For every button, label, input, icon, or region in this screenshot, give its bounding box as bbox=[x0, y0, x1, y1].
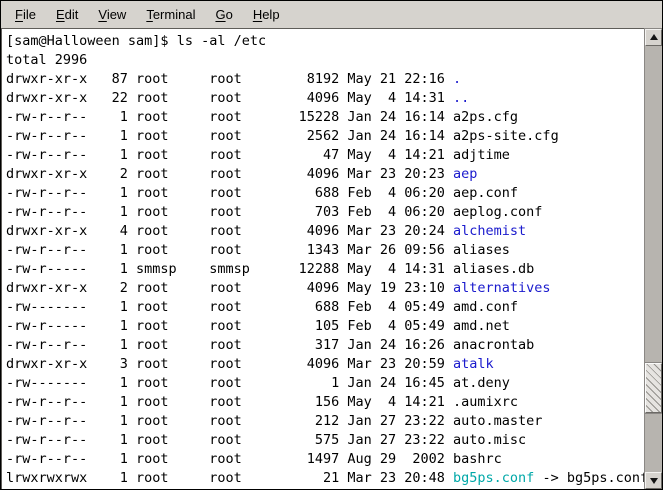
file-name: a2ps.cfg bbox=[453, 109, 518, 125]
file-row: -rw-r--r-- 1 root root 317 Jan 24 16:26 … bbox=[6, 336, 644, 355]
file-meta: -rw-r--r-- 1 root root 688 Feb 4 06:20 bbox=[6, 185, 453, 201]
file-name: .. bbox=[453, 90, 469, 106]
file-meta: -rw------- 1 root root 688 Feb 4 05:49 bbox=[6, 299, 453, 315]
file-name: bg5ps.conf bbox=[453, 470, 534, 486]
file-row: -rw-r--r-- 1 root root 2562 Jan 24 16:14… bbox=[6, 127, 644, 146]
file-row: lrwxrwxrwx 1 root root 21 Mar 23 20:48 b… bbox=[6, 469, 644, 488]
prompt-line: [sam@Halloween sam]$ls -al /etc bbox=[6, 32, 644, 51]
file-meta: drwxr-xr-x 2 root root 4096 May 19 23:10 bbox=[6, 280, 453, 296]
menu-view[interactable]: View bbox=[88, 3, 136, 26]
symlink-target: -> bg5ps.conf bbox=[534, 470, 644, 486]
file-row: -rw-r--r-- 1 root root 1497 Aug 29 2002 … bbox=[6, 450, 644, 469]
file-name: anacrontab bbox=[453, 337, 534, 353]
file-listing: drwxr-xr-x 87 root root 8192 May 21 22:1… bbox=[6, 70, 644, 488]
file-row: -rw-r----- 1 smmsp smmsp 12288 May 4 14:… bbox=[6, 260, 644, 279]
file-meta: -rw-r--r-- 1 root root 156 May 4 14:21 bbox=[6, 394, 453, 410]
file-meta: -rw------- 1 root root 1 Jan 24 16:45 bbox=[6, 375, 453, 391]
scrollbar-thumb[interactable] bbox=[645, 363, 662, 413]
file-name: aliases bbox=[453, 242, 510, 258]
file-row: -rw-r--r-- 1 root root 1343 Mar 26 09:56… bbox=[6, 241, 644, 260]
file-row: drwxr-xr-x 2 root root 4096 May 19 23:10… bbox=[6, 279, 644, 298]
menu-terminal[interactable]: Terminal bbox=[136, 3, 205, 26]
file-row: drwxr-xr-x 87 root root 8192 May 21 22:1… bbox=[6, 70, 644, 89]
file-meta: -rw-r----- 1 root root 105 Feb 4 05:49 bbox=[6, 318, 453, 334]
file-row: drwxr-xr-x 22 root root 4096 May 4 14:31… bbox=[6, 89, 644, 108]
file-meta: -rw-r--r-- 1 root root 575 Jan 27 23:22 bbox=[6, 432, 453, 448]
file-name: amd.conf bbox=[453, 299, 518, 315]
file-meta: -rw-r----- 1 smmsp smmsp 12288 May 4 14:… bbox=[6, 261, 453, 277]
terminal-output: [sam@Halloween sam]$ls -al /etc total 29… bbox=[6, 32, 644, 488]
file-meta: -rw-r--r-- 1 root root 1343 Mar 26 09:56 bbox=[6, 242, 453, 258]
file-name: aeplog.conf bbox=[453, 204, 542, 220]
file-name: auto.misc bbox=[453, 432, 526, 448]
shell-command: ls -al /etc bbox=[169, 33, 267, 49]
scroll-up-button[interactable] bbox=[645, 29, 662, 46]
file-meta: lrwxrwxrwx 1 root root 21 Mar 23 20:48 bbox=[6, 470, 453, 486]
file-meta: -rw-r--r-- 1 root root 1497 Aug 29 2002 bbox=[6, 451, 453, 467]
menu-go[interactable]: Go bbox=[205, 3, 242, 26]
file-name: amd.net bbox=[453, 318, 510, 334]
file-row: -rw-r--r-- 1 root root 575 Jan 27 23:22 … bbox=[6, 431, 644, 450]
terminal-window: FileEditViewTerminalGoHelp [sam@Hallowee… bbox=[0, 0, 663, 490]
file-row: -rw-r--r-- 1 root root 212 Jan 27 23:22 … bbox=[6, 412, 644, 431]
up-arrow-icon bbox=[650, 30, 658, 40]
scroll-down-button[interactable] bbox=[645, 472, 662, 489]
menu-help[interactable]: Help bbox=[243, 3, 290, 26]
file-meta: drwxr-xr-x 4 root root 4096 Mar 23 20:24 bbox=[6, 223, 453, 239]
file-name: alternatives bbox=[453, 280, 551, 296]
file-name: . bbox=[453, 71, 461, 87]
file-row: -rw-r--r-- 1 root root 703 Feb 4 06:20 a… bbox=[6, 203, 644, 222]
file-row: -rw-r--r-- 1 root root 688 Feb 4 06:20 a… bbox=[6, 184, 644, 203]
file-row: -rw-r----- 1 root root 105 Feb 4 05:49 a… bbox=[6, 317, 644, 336]
file-row: drwxr-xr-x 4 root root 4096 Mar 23 20:24… bbox=[6, 222, 644, 241]
shell-prompt: [sam@Halloween sam]$ bbox=[6, 33, 169, 49]
file-row: drwxr-xr-x 2 root root 4096 Mar 23 20:23… bbox=[6, 165, 644, 184]
menu-bar: FileEditViewTerminalGoHelp bbox=[1, 1, 662, 28]
vertical-scrollbar[interactable] bbox=[644, 28, 662, 489]
file-meta: drwxr-xr-x 22 root root 4096 May 4 14:31 bbox=[6, 90, 453, 106]
window-body: [sam@Halloween sam]$ls -al /etc total 29… bbox=[1, 28, 662, 489]
file-row: -rw-r--r-- 1 root root 47 May 4 14:21 ad… bbox=[6, 146, 644, 165]
file-name: auto.master bbox=[453, 413, 542, 429]
file-meta: -rw-r--r-- 1 root root 703 Feb 4 06:20 bbox=[6, 204, 453, 220]
down-arrow-icon bbox=[650, 478, 658, 488]
file-name: atalk bbox=[453, 356, 494, 372]
file-name: aep.conf bbox=[453, 185, 518, 201]
file-name: aep bbox=[453, 166, 477, 182]
file-meta: -rw-r--r-- 1 root root 317 Jan 24 16:26 bbox=[6, 337, 453, 353]
file-name: bashrc bbox=[453, 451, 502, 467]
file-row: -rw------- 1 root root 688 Feb 4 05:49 a… bbox=[6, 298, 644, 317]
file-name: at.deny bbox=[453, 375, 510, 391]
file-name: .aumixrc bbox=[453, 394, 518, 410]
file-row: -rw------- 1 root root 1 Jan 24 16:45 at… bbox=[6, 374, 644, 393]
file-meta: -rw-r--r-- 1 root root 212 Jan 27 23:22 bbox=[6, 413, 453, 429]
file-name: adjtime bbox=[453, 147, 510, 163]
file-meta: -rw-r--r-- 1 root root 15228 Jan 24 16:1… bbox=[6, 109, 453, 125]
file-meta: drwxr-xr-x 3 root root 4096 Mar 23 20:59 bbox=[6, 356, 453, 372]
menu-file[interactable]: File bbox=[5, 3, 46, 26]
file-name: a2ps-site.cfg bbox=[453, 128, 559, 144]
file-row: -rw-r--r-- 1 root root 156 May 4 14:21 .… bbox=[6, 393, 644, 412]
file-meta: drwxr-xr-x 2 root root 4096 Mar 23 20:23 bbox=[6, 166, 453, 182]
menu-edit[interactable]: Edit bbox=[46, 3, 88, 26]
terminal-screen[interactable]: [sam@Halloween sam]$ls -al /etc total 29… bbox=[1, 28, 644, 489]
file-name: alchemist bbox=[453, 223, 526, 239]
total-line: total 2996 bbox=[6, 51, 644, 70]
file-meta: drwxr-xr-x 87 root root 8192 May 21 22:1… bbox=[6, 71, 453, 87]
file-meta: -rw-r--r-- 1 root root 2562 Jan 24 16:14 bbox=[6, 128, 453, 144]
file-row: drwxr-xr-x 3 root root 4096 Mar 23 20:59… bbox=[6, 355, 644, 374]
file-row: -rw-r--r-- 1 root root 15228 Jan 24 16:1… bbox=[6, 108, 644, 127]
file-name: aliases.db bbox=[453, 261, 534, 277]
file-meta: -rw-r--r-- 1 root root 47 May 4 14:21 bbox=[6, 147, 453, 163]
